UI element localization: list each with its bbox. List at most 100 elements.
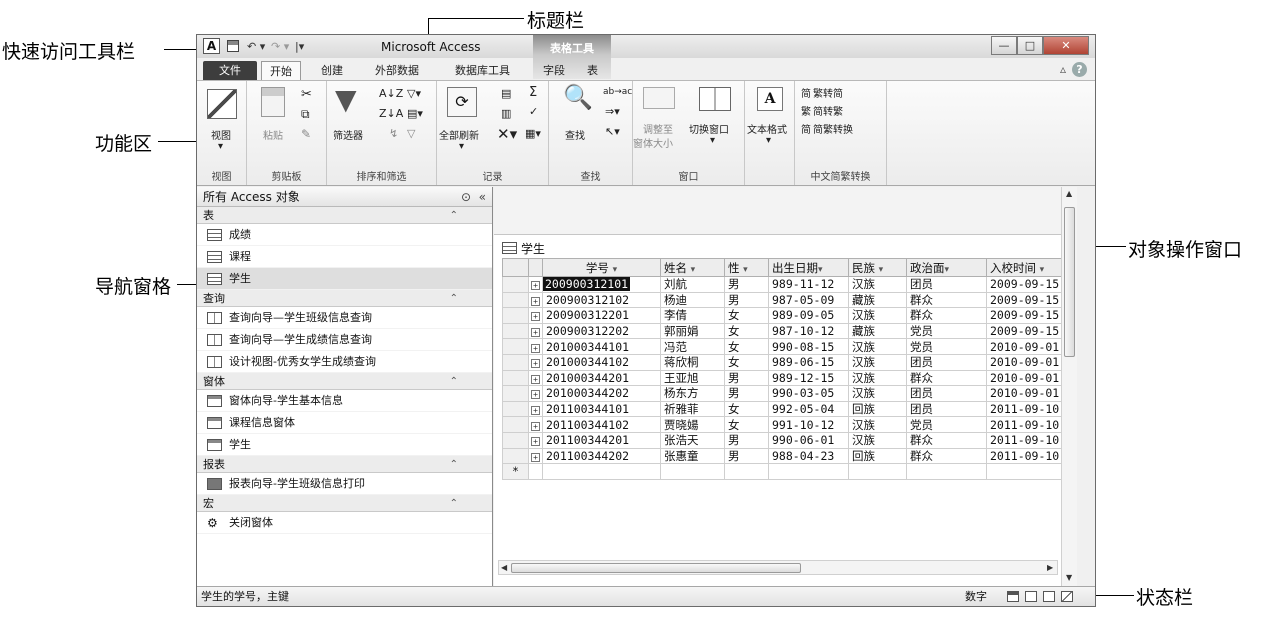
table-cell[interactable]: 201000344102 [542, 353, 661, 371]
column-dropdown-icon[interactable]: ▾ [818, 265, 823, 275]
paste-icon[interactable] [261, 87, 285, 117]
refresh-dropdown-icon[interactable]: ▾ [459, 141, 464, 152]
table-cell[interactable]: 群众 [906, 291, 987, 309]
vertical-scroll-thumb[interactable] [1064, 207, 1075, 357]
collapse-chevron-icon[interactable]: ⌃ [450, 495, 458, 512]
table-cell[interactable]: 2009-09-15 [986, 307, 1073, 324]
nav-item-form[interactable]: 学生 [197, 434, 492, 456]
text-format-dropdown[interactable]: ▾ [766, 135, 771, 146]
table-row[interactable]: +200900312102 杨迪 男 987-05-09 藏族 群众 2009-09-15 [502, 291, 1073, 309]
row-selector[interactable] [502, 431, 529, 449]
table-cell[interactable]: 张浩天 [660, 431, 725, 449]
paste-button[interactable]: 粘贴 [263, 127, 283, 142]
switch-windows-button[interactable]: 切换窗口 [689, 121, 729, 136]
filter-icon[interactable]: ▼ [335, 83, 357, 116]
scroll-right-icon[interactable]: ▶ [1047, 563, 1053, 572]
table-cell[interactable] [848, 463, 907, 480]
table-cell[interactable] [768, 463, 849, 480]
table-cell[interactable]: 党员 [906, 338, 987, 355]
table-cell[interactable]: 群众 [906, 307, 987, 324]
view-dropdown-icon[interactable]: ▾ [218, 141, 223, 152]
tab-table[interactable]: 表 [579, 61, 606, 80]
help-icon[interactable]: ? [1072, 62, 1087, 77]
table-cell[interactable]: 汉族 [848, 369, 907, 387]
row-selector[interactable] [502, 338, 529, 355]
nav-item-query[interactable]: 查询向导—学生班级信息查询 [197, 307, 492, 329]
remove-sort-icon[interactable]: ↯ [389, 127, 398, 140]
table-cell[interactable]: 汉族 [848, 385, 907, 402]
scroll-left-icon[interactable]: ◀ [501, 563, 507, 572]
table-cell[interactable]: 群众 [906, 447, 987, 465]
convert-button[interactable]: 简繁转换 [813, 121, 853, 136]
find-icon[interactable]: 🔍 [563, 83, 593, 111]
table-cell[interactable]: 男 [724, 369, 769, 387]
table-cell[interactable]: 201100344201 [542, 431, 661, 449]
expand-cell[interactable]: + [528, 369, 543, 387]
delete-record-icon[interactable]: ✕▾ [497, 125, 517, 143]
table-cell[interactable]: 女 [724, 400, 769, 418]
column-header[interactable]: 性 ▾ [724, 258, 769, 277]
advanced-icon[interactable]: ▤▾ [407, 107, 423, 120]
expand-cell[interactable]: + [528, 291, 543, 309]
table-cell[interactable]: 刘航 [660, 276, 725, 293]
table-row[interactable]: +201100344202 张惠童 男 988-04-23 回族 群众 2011-09-10 [502, 447, 1073, 465]
table-cell[interactable]: 汉族 [848, 353, 907, 371]
table-cell[interactable]: 2009-09-15 [986, 322, 1073, 340]
toggle-filter-icon[interactable]: ▽ [407, 127, 415, 140]
table-cell[interactable]: 989-11-12 [768, 276, 849, 293]
table-cell[interactable]: 群众 [906, 369, 987, 387]
column-header[interactable]: 政治面▾ [906, 258, 987, 277]
table-cell[interactable]: 987-05-09 [768, 291, 849, 309]
table-cell[interactable]: 2011-09-10 [986, 400, 1073, 418]
pivot-chart-view-icon[interactable] [1043, 591, 1055, 602]
table-cell[interactable] [542, 463, 661, 480]
table-row[interactable]: +200900312101 刘航 男 989-11-12 汉族 团员 2009-09-15 [502, 276, 1073, 293]
nav-section-reports[interactable]: 报表 ⌃ [197, 456, 492, 473]
tab-file[interactable]: 文件 [203, 61, 257, 80]
table-cell[interactable]: 汉族 [848, 416, 907, 433]
table-cell[interactable]: 团员 [906, 385, 987, 402]
cut-icon[interactable]: ✂ [301, 87, 312, 102]
save-icon[interactable] [227, 40, 239, 52]
table-cell[interactable]: 987-10-12 [768, 322, 849, 340]
table-cell[interactable]: 200900312202 [542, 322, 661, 340]
table-cell[interactable] [906, 463, 987, 480]
table-cell[interactable]: 2009-09-15 [986, 291, 1073, 309]
table-cell[interactable]: 200900312101 [542, 276, 661, 293]
minimize-ribbon-icon[interactable]: ▵ [1060, 62, 1066, 76]
table-cell[interactable]: 藏族 [848, 322, 907, 340]
table-cell[interactable] [528, 463, 543, 480]
expand-cell[interactable]: + [528, 338, 543, 355]
save-record-icon[interactable]: ▥ [501, 107, 511, 120]
pivot-table-view-icon[interactable] [1025, 591, 1037, 602]
text-format-button[interactable]: 文本格式 [747, 121, 787, 136]
simp-to-trad-button[interactable]: 简转繁 [813, 103, 843, 118]
nav-menu-icon[interactable]: ⊙ [461, 190, 471, 204]
table-cell[interactable]: 2009-09-15 [986, 276, 1073, 293]
row-selector[interactable] [502, 447, 529, 465]
table-cell[interactable]: 989-06-15 [768, 353, 849, 371]
nav-item-table[interactable]: 课程 [197, 246, 492, 268]
table-row[interactable]: +201000344202 杨东方 男 990-03-05 汉族 团员 2010-09-01 [502, 385, 1073, 402]
find-button[interactable]: 查找 [565, 127, 585, 142]
minimize-button[interactable]: — [991, 36, 1017, 55]
datasheet-view-icon[interactable] [1007, 591, 1019, 602]
row-selector[interactable] [502, 416, 529, 433]
column-dropdown-icon[interactable]: ▾ [1040, 265, 1045, 275]
table-cell[interactable]: 男 [724, 276, 769, 293]
table-row[interactable]: +201000344201 王亚旭 男 989-12-15 汉族 群众 2010-09-01 [502, 369, 1073, 387]
table-cell[interactable]: 男 [724, 447, 769, 465]
nav-item-table[interactable]: 成绩 [197, 224, 492, 246]
table-cell[interactable] [724, 463, 769, 480]
table-cell[interactable]: 2010-09-01 [986, 353, 1073, 371]
column-dropdown-icon[interactable]: ▾ [691, 265, 696, 275]
more-records-icon[interactable]: ▦▾ [525, 127, 541, 140]
expand-plus-icon[interactable]: + [531, 328, 540, 338]
table-cell[interactable]: 201000344202 [542, 385, 661, 402]
close-button[interactable]: ✕ [1043, 36, 1089, 55]
table-cell[interactable]: 男 [724, 431, 769, 449]
expand-plus-icon[interactable]: + [531, 281, 540, 291]
expand-cell[interactable]: + [528, 385, 543, 402]
row-selector[interactable] [502, 385, 529, 402]
table-cell[interactable]: 992-05-04 [768, 400, 849, 418]
